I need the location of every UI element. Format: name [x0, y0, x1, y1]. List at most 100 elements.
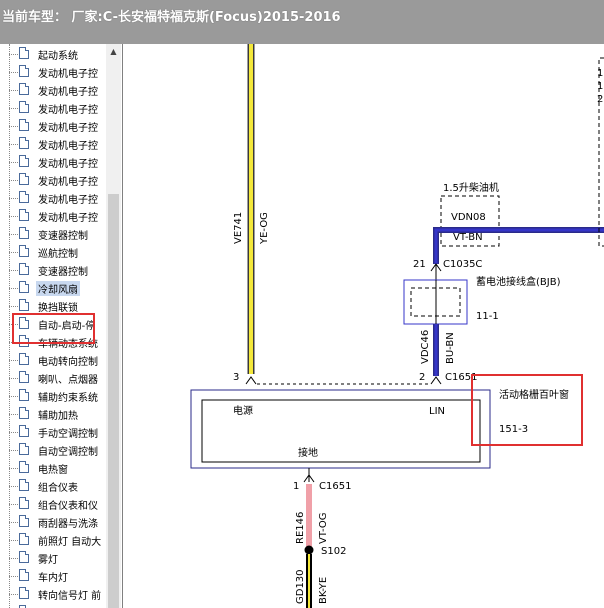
tree-item[interactable]: 雨刮器与洗涤: [0, 513, 106, 531]
tree-item-label: 组合仪表: [38, 483, 78, 494]
scroll-up-arrow-icon[interactable]: ▲: [106, 44, 121, 60]
wire-re146-circuit: RE146: [295, 512, 306, 544]
module-name: 活动格栅百叶窗: [499, 388, 569, 401]
tree-branch-line: [9, 54, 18, 55]
highlight-box-selected-item: [12, 313, 95, 344]
tree-item-label: 发动机电子控: [38, 87, 98, 98]
wire-vdc46-circuit: VDC46: [420, 330, 431, 364]
document-icon: [19, 227, 29, 239]
document-icon: [19, 371, 29, 383]
tree-item[interactable]: 发动机电子控: [0, 81, 106, 99]
document-icon: [19, 353, 29, 365]
tree-item[interactable]: 发动机电子控: [0, 99, 106, 117]
vehicle-model-title: 当前车型： 厂家:C-长安福特福克斯(Focus)2015-2016: [2, 10, 341, 25]
tree-item[interactable]: 发动机电子控: [0, 171, 106, 189]
tree-item-label: 发动机电子控: [38, 177, 98, 188]
tree-branch-line: [9, 288, 18, 289]
tree-item-label: 手动空调控制: [38, 429, 98, 440]
tree-item-label: 雨刮器与洗涤: [38, 519, 98, 530]
tree-branch-line: [9, 306, 18, 307]
tree-item[interactable]: 雾灯: [0, 549, 106, 567]
tree-item[interactable]: 组合仪表和仪: [0, 495, 106, 513]
tree-item-label: 辅助加热: [38, 411, 78, 422]
right-fragment-1: 1.: [597, 68, 604, 79]
tree-branch-line: [9, 108, 18, 109]
tree-item[interactable]: 巡航控制: [0, 243, 106, 261]
tree-item[interactable]: 转向信号灯 后: [0, 603, 106, 608]
tree-branch-line: [9, 558, 18, 559]
document-icon: [19, 389, 29, 401]
vt-bn-label: VT-BN: [453, 232, 483, 243]
tree-item[interactable]: 发动机电子控: [0, 153, 106, 171]
tree-branch-line: [9, 594, 18, 595]
document-icon: [19, 245, 29, 257]
tree-item[interactable]: 辅助约束系统: [0, 387, 106, 405]
title-bar: 当前车型： 厂家:C-长安福特福克斯(Focus)2015-2016: [0, 0, 604, 44]
tree-branch-line: [9, 198, 18, 199]
tree-item[interactable]: 车内灯: [0, 567, 106, 585]
tree-branch-line: [9, 540, 18, 541]
tree-item[interactable]: 发动机电子控: [0, 189, 106, 207]
sidebar-scrollbar[interactable]: ▲: [106, 44, 121, 608]
document-icon: [19, 137, 29, 149]
tree-item-label: 变速器控制: [38, 267, 88, 278]
tree-branch-line: [9, 216, 18, 217]
tree-item-label: 发动机电子控: [38, 159, 98, 170]
tree-item[interactable]: 电动转向控制: [0, 351, 106, 369]
tree-item[interactable]: 电热窗: [0, 459, 106, 477]
module-code: 151-3: [499, 424, 528, 435]
wire-ve741-color: YE-OG: [259, 212, 270, 245]
tree-item[interactable]: 起动系统: [0, 45, 106, 63]
tree-branch-line: [9, 450, 18, 451]
wire-gd130-circuit: GD130: [295, 569, 306, 604]
scroll-thumb[interactable]: [108, 194, 119, 608]
document-icon: [19, 425, 29, 437]
tree-item[interactable]: 发动机电子控: [0, 63, 106, 81]
sidebar-tree[interactable]: 起动系统 发动机电子控 发动机电子控 发动机电子控 发动机电子控 发动机电子控 发动机电子控…: [0, 44, 123, 608]
tree-item-label: 车内灯: [38, 573, 68, 584]
tree-item[interactable]: 手动空调控制: [0, 423, 106, 441]
tree-item[interactable]: 转向信号灯 前: [0, 585, 106, 603]
tree-item[interactable]: 前照灯 自动大: [0, 531, 106, 549]
tree-item[interactable]: 自动空调控制: [0, 441, 106, 459]
wiring-diagram[interactable]: VE741 YE-OG 3 1.5升柴油机 VDN08 VT-BN 1. 1. …: [123, 44, 604, 608]
connector-c1651-bottom-label: C1651: [319, 481, 351, 492]
tree-item-label: 发动机电子控: [38, 123, 98, 134]
tree-item[interactable]: 发动机电子控: [0, 117, 106, 135]
tree-item-label: 电动转向控制: [38, 357, 98, 368]
connector-c1035c-label: C1035C: [443, 259, 482, 270]
document-icon: [19, 587, 29, 599]
pin-3-arrow-icon: [245, 376, 257, 385]
tree-item-label: 发动机电子控: [38, 213, 98, 224]
tree-branch-line: [9, 144, 18, 145]
vdn08-label: VDN08: [451, 212, 486, 223]
tree-branch-line: [9, 90, 18, 91]
splice-label: S102: [321, 546, 346, 557]
tree-branch-line: [9, 378, 18, 379]
tree-item[interactable]: 变速器控制: [0, 225, 106, 243]
bjb-code: 11-1: [476, 311, 499, 322]
tree-item[interactable]: 变速器控制: [0, 261, 106, 279]
document-icon: [19, 443, 29, 455]
bjb-name: 蓄电池接线盒(BJB): [476, 275, 561, 288]
document-icon: [19, 155, 29, 167]
pin-21-label: 21: [413, 259, 426, 270]
tree-item[interactable]: 发动机电子控: [0, 135, 106, 153]
tree-item-label: 转向信号灯 前: [38, 591, 102, 602]
wire-ve741-circuit: VE741: [233, 212, 244, 244]
tree-branch-line: [9, 396, 18, 397]
tree-item-label: 自动空调控制: [38, 447, 98, 458]
tree-item[interactable]: 组合仪表: [0, 477, 106, 495]
document-icon: [19, 281, 29, 293]
right-fragment-2: 1.: [597, 81, 604, 92]
tree-branch-line: [9, 504, 18, 505]
tree-branch-line: [9, 126, 18, 127]
document-icon: [19, 461, 29, 473]
tree-item[interactable]: 喇叭、点烟器: [0, 369, 106, 387]
tree-item[interactable]: 发动机电子控: [0, 207, 106, 225]
tree-branch-line: [9, 414, 18, 415]
document-icon: [19, 209, 29, 221]
tree-branch-line: [9, 180, 18, 181]
tree-item[interactable]: 辅助加热: [0, 405, 106, 423]
tree-item-selected[interactable]: 冷却风扇: [0, 279, 106, 297]
